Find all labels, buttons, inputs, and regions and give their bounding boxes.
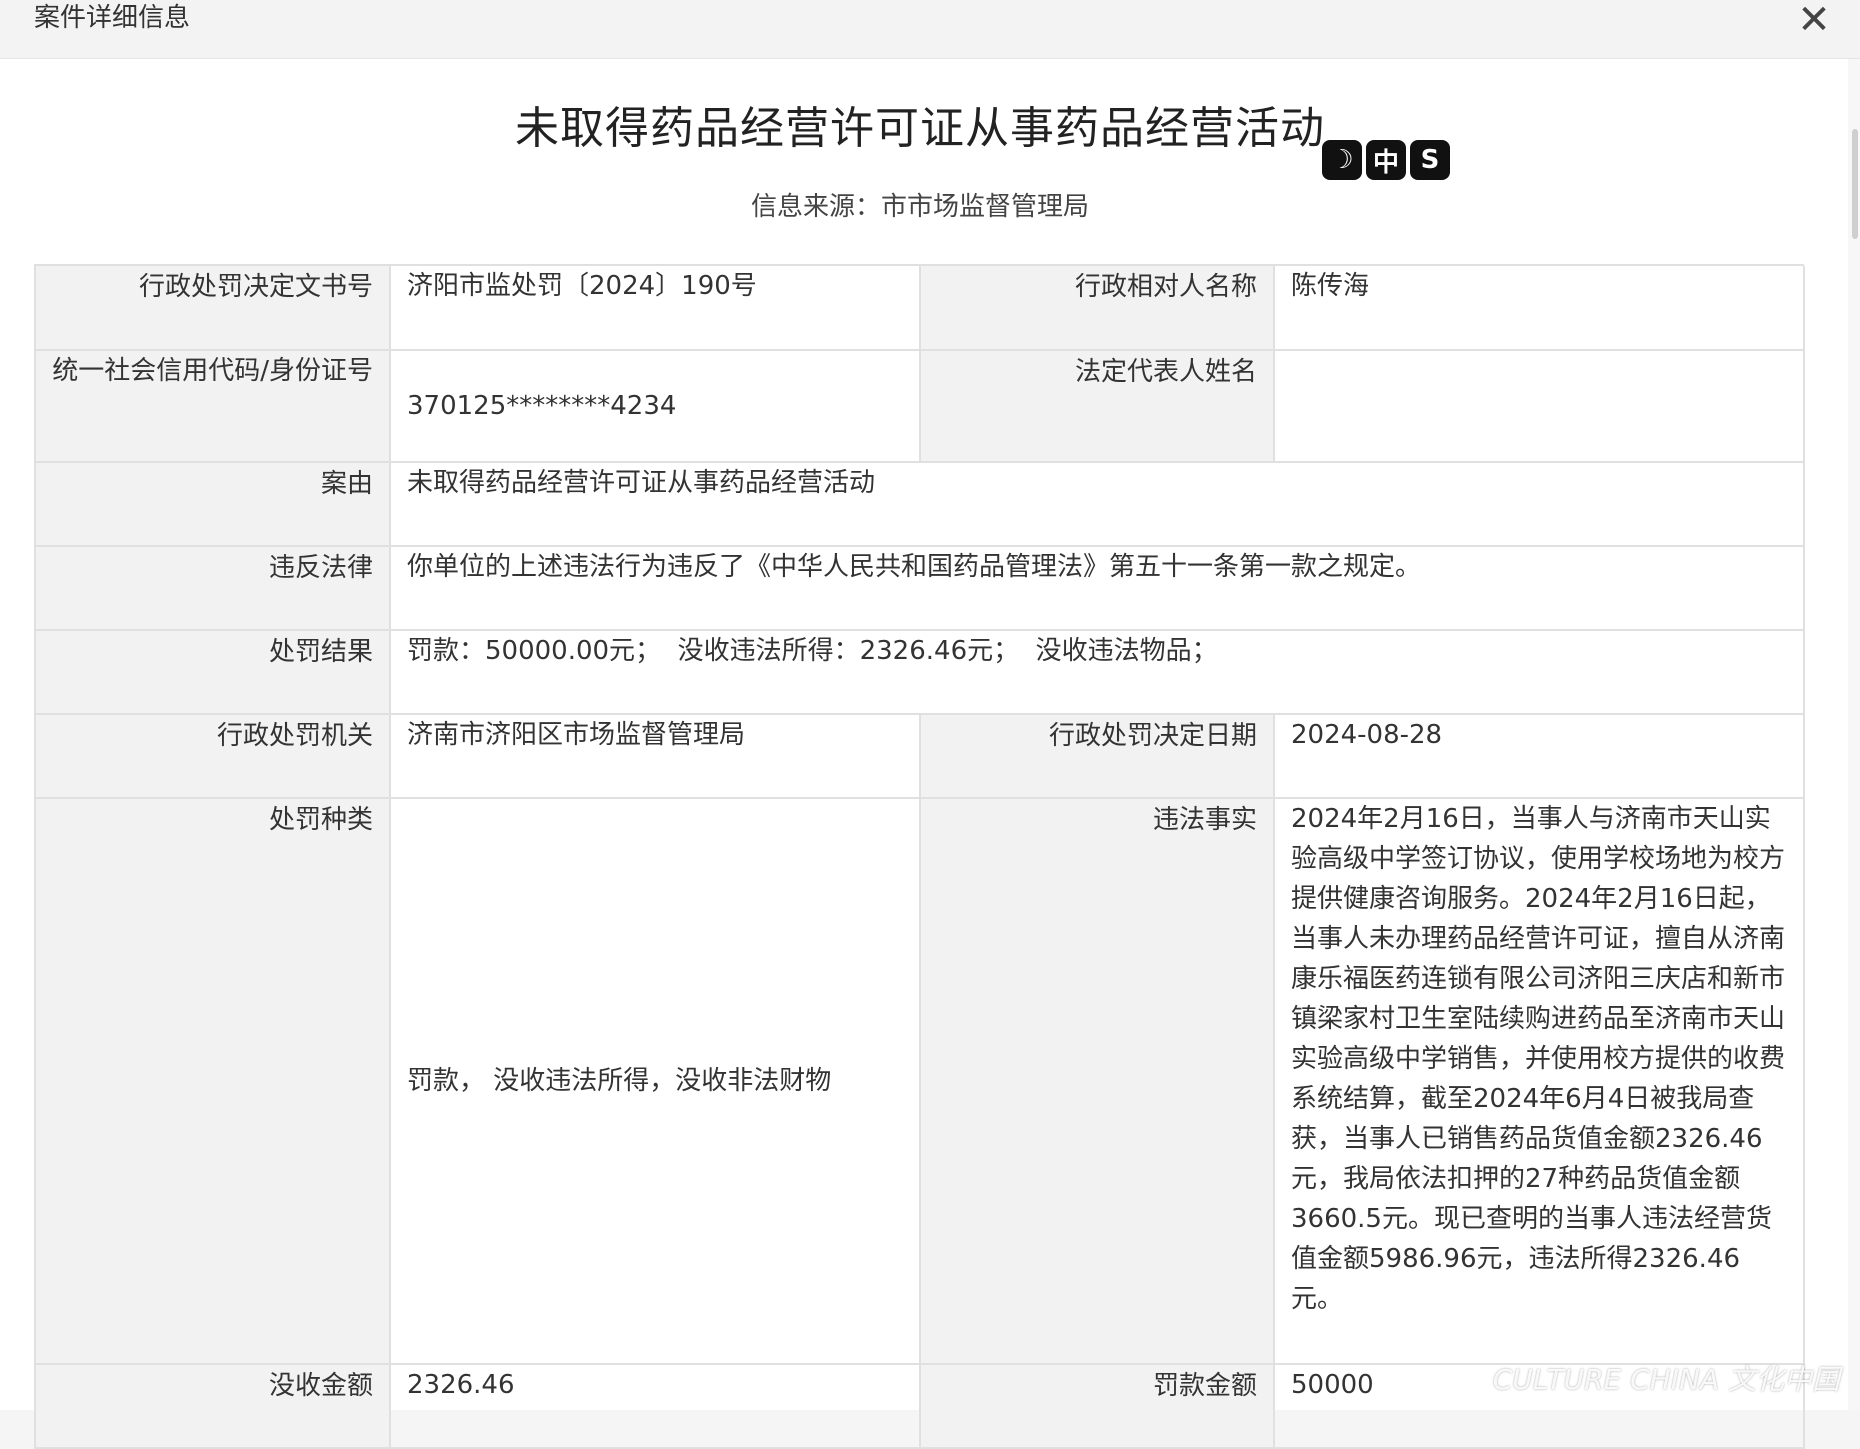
decision-date-value: 2024-08-28 <box>1274 714 1805 799</box>
case-reason-value: 未取得药品经营许可证从事药品经营活动 <box>390 462 1805 547</box>
legal-rep-label: 法定代表人姓名 <box>920 350 1275 463</box>
table-row: 案由 未取得药品经营许可证从事药品经营活动 <box>36 462 1805 547</box>
scrollbar-thumb[interactable] <box>1852 129 1858 239</box>
zhong-char-icon: 中 <box>1366 140 1406 180</box>
doc-no-label: 行政处罚决定文书号 <box>36 266 391 351</box>
authority-label: 行政处罚机关 <box>36 714 391 799</box>
penalty-result-label: 处罚结果 <box>36 630 391 715</box>
facts-label: 违法事实 <box>920 798 1275 1365</box>
table-row: 违反法律 你单位的上述违法行为违反了《中华人民共和国药品管理法》第五十一条第一款… <box>36 546 1805 631</box>
table-row: 处罚结果 罚款：50000.00元； 没收违法所得：2326.46元； 没收违法… <box>36 630 1805 715</box>
close-button[interactable]: ✕ <box>1792 0 1836 40</box>
violated-law-value: 你单位的上述违法行为违反了《中华人民共和国药品管理法》第五十一条第一款之规定。 <box>390 546 1805 631</box>
dialog-header: 案件详细信息 ✕ <box>0 0 1860 59</box>
violated-law-label: 违反法律 <box>36 546 391 631</box>
info-source: 信息来源：市市场监督管理局 <box>750 192 1089 222</box>
credit-code-value: 370125********4234 <box>390 350 921 463</box>
penalty-result-value: 罚款：50000.00元； 没收违法所得：2326.46元； 没收违法物品； <box>390 630 1805 715</box>
s-letter-icon: S <box>1410 140 1450 180</box>
authority-value: 济南市济阳区市场监督管理局 <box>390 714 921 799</box>
table-row: 行政处罚机关 济南市济阳区市场监督管理局 行政处罚决定日期 2024-08-28 <box>36 714 1805 799</box>
facts-value: 2024年2月16日，当事人与济南市天山实验高级中学签订协议，使用学校场地为校方… <box>1274 798 1805 1365</box>
scrollbar[interactable] <box>1848 59 1860 1410</box>
table-row: 统一社会信用代码/身份证号 370125********4234 法定代表人姓名 <box>36 350 1805 463</box>
table-row: 行政处罚决定文书号 济阳市监处罚〔2024〕190号 行政相对人名称 陈传海 <box>36 266 1805 351</box>
confiscated-amount-value: 2326.46 <box>390 1364 921 1449</box>
party-name-value: 陈传海 <box>1274 266 1805 351</box>
table-row: 处罚种类 罚款， 没收违法所得，没收非法财物 违法事实 2024年2月16日，当… <box>36 798 1805 1365</box>
page-title: 未取得药品经营许可证从事药品经营活动 <box>515 103 1325 154</box>
moon-icon: ☽ <box>1322 140 1362 180</box>
penalty-type-label: 处罚种类 <box>36 798 391 1365</box>
legal-rep-value <box>1274 350 1805 463</box>
party-name-label: 行政相对人名称 <box>920 266 1275 351</box>
site-logo: ☽ 中 S <box>1322 140 1450 180</box>
decision-date-label: 行政处罚决定日期 <box>920 714 1275 799</box>
credit-code-label: 统一社会信用代码/身份证号 <box>36 350 391 463</box>
watermark: CULTURE CHINA 文化中国 <box>1492 1363 1840 1396</box>
penalty-type-value: 罚款， 没收违法所得，没收非法财物 <box>390 798 921 1365</box>
confiscated-amount-label: 没收金额 <box>36 1364 391 1449</box>
case-detail-table: 行政处罚决定文书号 济阳市监处罚〔2024〕190号 行政相对人名称 陈传海 统… <box>34 264 1805 1449</box>
case-reason-label: 案由 <box>36 462 391 547</box>
dialog-title: 案件详细信息 <box>34 3 191 33</box>
fine-amount-label: 罚款金额 <box>920 1364 1275 1449</box>
doc-no-value: 济阳市监处罚〔2024〕190号 <box>390 266 921 351</box>
